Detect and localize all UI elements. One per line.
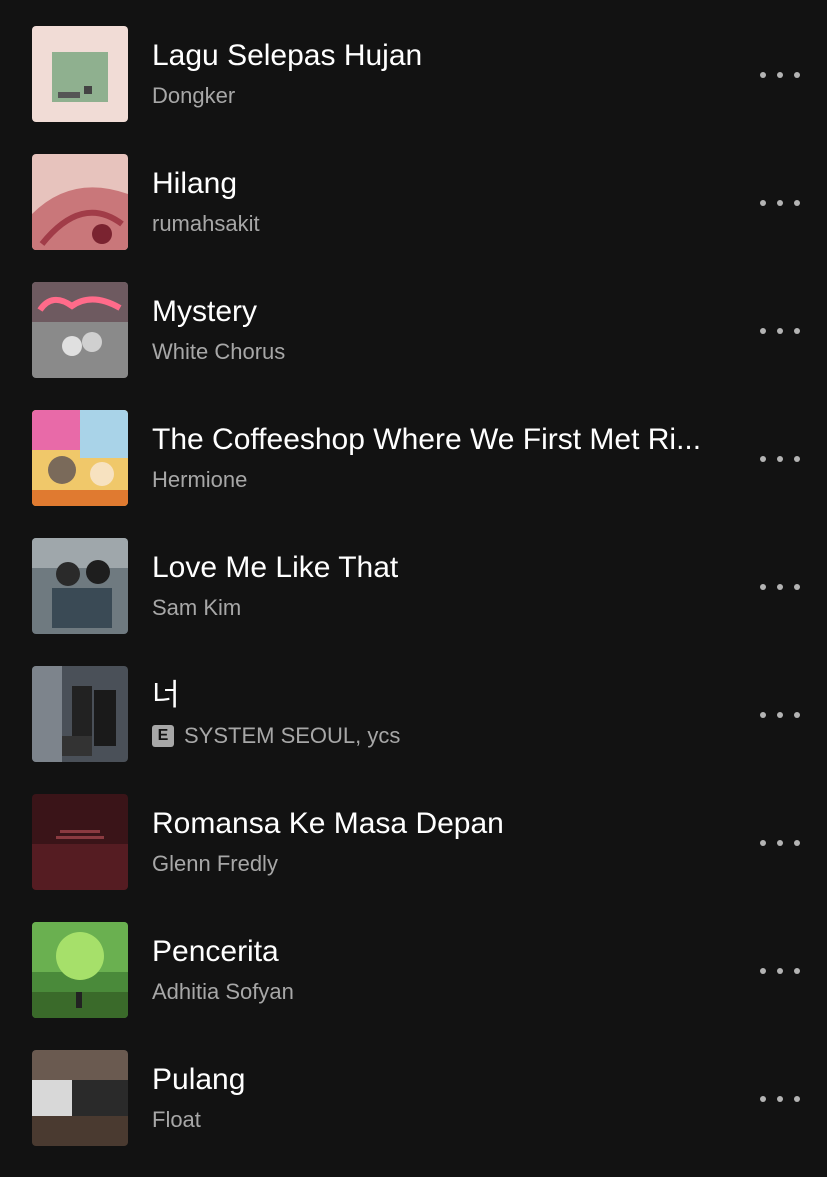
more-options-icon [794,72,800,78]
more-options-icon [760,968,766,974]
album-cover-icon [32,282,128,378]
album-cover-icon [32,794,128,890]
more-options-button[interactable] [760,60,800,90]
more-options-button[interactable] [760,444,800,474]
track-title: Pencerita [152,935,279,968]
more-options-button[interactable] [760,956,800,986]
track-row[interactable]: Mystery White Chorus [0,256,827,384]
more-options-button[interactable] [760,572,800,602]
more-options-icon [777,968,783,974]
track-row[interactable]: The Coffeeshop Where We First Met Ri... … [0,384,827,512]
track-title: The Coffeeshop Where We First Met Ri... [152,423,702,456]
track-artist: Float [152,1106,201,1134]
track-title: 너 [152,679,180,712]
more-options-icon [777,328,783,334]
track-artist: Adhitia Sofyan [152,978,294,1006]
artist-name: Glenn Fredly [152,851,278,876]
more-options-icon [794,584,800,590]
album-cover-icon [32,26,128,122]
track-row[interactable]: Lagu Selepas Hujan Dongker [0,0,827,128]
more-options-icon [777,584,783,590]
more-options-icon [760,712,766,718]
track-artist: Hermione [152,466,247,494]
track-title: Hilang [152,167,238,200]
track-artist: rumahsakit [152,210,260,238]
more-options-icon [794,456,800,462]
track-title: Romansa Ke Masa Depan [152,807,504,840]
artist-name: rumahsakit [152,211,260,236]
more-options-button[interactable] [760,700,800,730]
more-options-icon [794,712,800,718]
explicit-badge: E [152,725,174,747]
track-artist: Glenn Fredly [152,850,278,878]
track-artist: White Chorus [152,338,285,366]
track-row[interactable]: Romansa Ke Masa Depan Glenn Fredly [0,768,827,896]
track-row[interactable]: Love Me Like That Sam Kim [0,512,827,640]
track-artist: E SYSTEM SEOUL, ycs [152,722,400,750]
more-options-icon [794,968,800,974]
album-cover [32,794,128,890]
more-options-button[interactable] [760,188,800,218]
more-options-icon [794,328,800,334]
artist-name: Hermione [152,467,248,492]
artist-name: Sam Kim [152,595,242,620]
more-options-icon [777,712,783,718]
track-row[interactable]: 너 E SYSTEM SEOUL, ycs [0,640,827,768]
album-cover-icon [32,538,128,634]
album-cover-icon [32,154,128,250]
artist-name: Adhitia Sofyan [152,979,294,1004]
track-title: Mystery [152,295,257,328]
track-row[interactable]: Pulang Float [0,1024,827,1152]
more-options-icon [777,456,783,462]
more-options-icon [760,328,766,334]
track-row[interactable]: Hilang rumahsakit [0,128,827,256]
more-options-button[interactable] [760,1084,800,1114]
album-cover [32,666,128,762]
more-options-icon [760,584,766,590]
album-cover [32,410,128,506]
album-cover-icon [32,666,128,762]
more-options-icon [794,1096,800,1102]
more-options-icon [777,840,783,846]
more-options-button[interactable] [760,828,800,858]
more-options-icon [794,840,800,846]
album-cover [32,922,128,1018]
track-artist: Sam Kim [152,594,241,622]
album-cover-icon [32,922,128,1018]
artist-name: White Chorus [152,339,286,364]
track-title: Pulang [152,1063,246,1096]
more-options-icon [777,200,783,206]
more-options-button[interactable] [760,316,800,346]
more-options-icon [760,1096,766,1102]
more-options-icon [760,200,766,206]
album-cover [32,1050,128,1146]
more-options-icon [794,200,800,206]
more-options-icon [760,72,766,78]
album-cover-icon [32,410,128,506]
more-options-icon [777,72,783,78]
album-cover-icon [32,1050,128,1146]
track-row[interactable]: Pencerita Adhitia Sofyan [0,896,827,1024]
more-options-icon [760,840,766,846]
track-list: Lagu Selepas Hujan Dongker Hilang rumahs… [0,0,827,1177]
more-options-icon [777,1096,783,1102]
artist-name: SYSTEM SEOUL, ycs [184,723,401,748]
track-title: Love Me Like That [152,551,399,584]
album-cover [32,26,128,122]
album-cover [32,538,128,634]
more-options-icon [760,456,766,462]
track-title: Lagu Selepas Hujan [152,39,423,72]
artist-name: Float [152,1107,201,1132]
track-artist: Dongker [152,82,235,110]
artist-name: Dongker [152,83,236,108]
album-cover [32,282,128,378]
album-cover [32,154,128,250]
